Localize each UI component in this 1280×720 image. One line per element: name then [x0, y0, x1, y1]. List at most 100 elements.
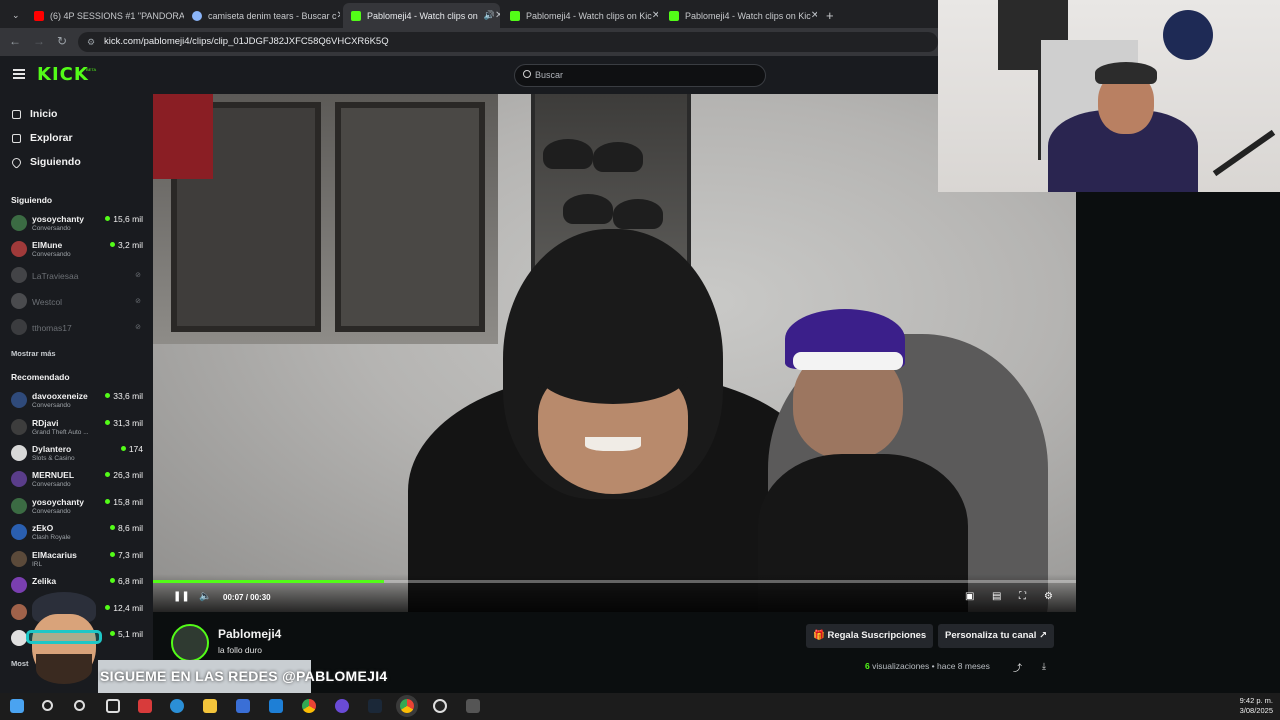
windows-start-icon[interactable]	[10, 699, 24, 713]
close-icon[interactable]: ✕	[495, 10, 500, 21]
time-display: 00:07 / 00:30	[223, 593, 271, 602]
channel-name: MERNUEL	[32, 470, 75, 480]
recommended-channel[interactable]: zEkO Clash Royale 8,6 mil	[0, 520, 153, 546]
url-field[interactable]: ⚙ kick.com/pablomeji4/clips/clip_01JDGFJ…	[78, 32, 938, 52]
recommended-channel[interactable]: ElMacarius IRL 7,3 mil	[0, 547, 153, 573]
recommended-channel[interactable]: Dylantero Slots & Casino 174	[0, 441, 153, 467]
search-icon[interactable]	[42, 700, 53, 711]
share-icon[interactable]: ⤴	[1013, 661, 1022, 674]
tab-title: camiseta denim tears - Buscar c	[208, 10, 337, 21]
channel-name[interactable]: Pablomeji4	[218, 627, 281, 641]
progress-bar[interactable]	[153, 580, 1076, 583]
close-icon[interactable]: ✕	[811, 10, 817, 21]
channel-category: Conversando	[32, 251, 71, 258]
browser-tab-5[interactable]: Pablomeji4 - Watch clips on Kic ✕	[661, 3, 817, 28]
menu-icon[interactable]	[13, 69, 25, 79]
following-channel-offline[interactable]: Westcol ⊘	[0, 289, 153, 315]
steam-icon[interactable]	[368, 699, 382, 713]
close-icon[interactable]: ✕	[652, 10, 658, 21]
chrome-icon[interactable]	[302, 699, 316, 713]
recommended-channel[interactable]: MERNUEL Conversando 26,3 mil	[0, 467, 153, 493]
customize-channel-button[interactable]: Personaliza tu canal ↗	[938, 624, 1054, 648]
nav-explorar[interactable]: Explorar	[12, 132, 73, 144]
volume-icon[interactable]: 🔈	[199, 591, 211, 602]
viewer-count: 8,6 mil	[109, 523, 143, 533]
chrome-active-icon[interactable]	[400, 699, 414, 713]
pause-icon[interactable]: ❚❚	[173, 591, 190, 602]
cortana-icon[interactable]	[74, 700, 85, 711]
live-dot	[109, 631, 115, 636]
channel-avatar[interactable]	[171, 624, 209, 662]
following-channel[interactable]: ElMune Conversando 3,2 mil	[0, 237, 153, 263]
avatar	[11, 577, 27, 593]
following-channel-offline[interactable]: tthomas17 ⊘	[0, 315, 153, 341]
channel-name: Dylantero	[32, 444, 72, 454]
recommended-channel[interactable]: davooxeneize Conversando 33,6 mil	[0, 388, 153, 414]
offline-icon: ⊘	[135, 324, 141, 331]
channel-category: Slots & Casino	[32, 455, 75, 462]
gift-subs-button[interactable]: 🎁 Regala Suscripciones	[806, 624, 934, 648]
following-channel-offline[interactable]: LaTraviesaa ⊘	[0, 263, 153, 289]
kick-icon	[510, 10, 520, 21]
theater-mode-icon[interactable]: ▤	[992, 591, 1001, 602]
file-explorer-icon[interactable]	[203, 699, 217, 713]
obs-icon[interactable]	[335, 699, 349, 713]
viewer-count: 5,1 mil	[109, 629, 143, 639]
nav-siguiendo[interactable]: Siguiendo	[10, 155, 81, 169]
store-icon[interactable]	[236, 699, 250, 713]
hat-trim	[793, 352, 903, 370]
app-icon[interactable]	[433, 699, 447, 713]
back-icon[interactable]: ←	[9, 34, 21, 48]
task-view-icon[interactable]	[106, 699, 120, 713]
reload-icon[interactable]: ↻	[57, 34, 67, 48]
tab-title: (6) 4P SESSIONS #1 "PANDORA	[50, 10, 184, 21]
miniplayer-icon[interactable]: ▣	[965, 591, 974, 602]
download-icon[interactable]: ⤓	[1042, 661, 1046, 672]
offline-icon: ⊘	[135, 272, 141, 279]
fullscreen-icon[interactable]: ⛶	[1019, 591, 1026, 602]
recommended-title: Recomendado	[11, 372, 70, 382]
new-tab-button[interactable]: +	[818, 3, 840, 28]
recommended-channel[interactable]: RDjavi Grand Theft Auto ... 31,3 mil	[0, 415, 153, 441]
mail-icon[interactable]	[269, 699, 283, 713]
explore-icon	[12, 133, 21, 143]
system-clock[interactable]: 9:42 p. m. 3/08/2025	[1240, 696, 1273, 716]
clock-time: 9:42 p. m.	[1239, 696, 1273, 705]
browser-tab-3-active[interactable]: Pablomeji4 - Watch clips on 🔊 ✕	[343, 3, 500, 28]
viewer-count: 33,6 mil	[105, 391, 143, 401]
search-input[interactable]: Buscar	[514, 64, 766, 87]
beta-badge: BETA	[86, 67, 97, 72]
search-placeholder: Buscar	[535, 70, 564, 80]
live-dot	[105, 499, 111, 504]
views-label: visualizaciones	[872, 661, 930, 671]
tab-list-button[interactable]: ⌄	[4, 3, 24, 28]
viewer-count: 31,3 mil	[105, 418, 143, 428]
browser-tab-4[interactable]: Pablomeji4 - Watch clips on Kic ✕	[502, 3, 658, 28]
channel-category: Conversando	[32, 508, 71, 515]
show-more-following[interactable]: Mostrar más	[11, 349, 56, 358]
site-info-icon[interactable]: ⚙	[87, 32, 95, 52]
app-icon[interactable]	[138, 699, 152, 713]
close-icon[interactable]: ✕	[337, 10, 340, 21]
kick-logo[interactable]: KICK	[37, 64, 89, 85]
viewer-count: 26,3 mil	[105, 470, 143, 480]
home-icon	[12, 109, 21, 119]
edge-icon[interactable]	[170, 699, 184, 713]
nav-inicio[interactable]: Inicio	[12, 108, 57, 120]
browser-tab-1[interactable]: (6) 4P SESSIONS #1 "PANDORA ✕	[26, 3, 184, 28]
search-icon	[523, 70, 531, 78]
settings-icon[interactable]: ⚙	[1044, 591, 1053, 602]
speaker-icon[interactable]: 🔊	[484, 10, 495, 21]
channel-name: zEkO	[32, 523, 54, 533]
forward-icon[interactable]: →	[33, 34, 45, 48]
heart-icon	[10, 155, 23, 169]
streamer-cartoon-avatar	[18, 592, 110, 692]
live-dot	[105, 216, 111, 221]
following-channel[interactable]: yosoychanty Conversando 15,6 mil	[0, 211, 153, 237]
calculator-icon[interactable]	[466, 699, 480, 713]
recommended-channel[interactable]: yosoychanty Conversando 15,8 mil	[0, 494, 153, 520]
browser-tab-2[interactable]: camiseta denim tears - Buscar c ✕	[184, 3, 340, 28]
player-controls: ❚❚ 🔈 00:07 / 00:30 ▣ ▤ ⛶ ⚙	[153, 574, 1076, 612]
channel-category: Conversando	[32, 481, 71, 488]
webcam-cap	[1095, 62, 1157, 84]
